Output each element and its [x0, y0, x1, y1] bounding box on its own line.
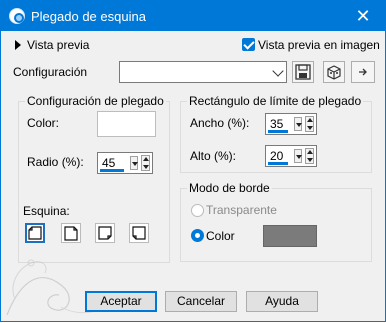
width-spinner[interactable]: 35 — [265, 113, 317, 135]
edge-color-label: Color — [206, 229, 235, 243]
app-icon — [9, 8, 25, 24]
transparent-label: Transparente — [206, 203, 277, 217]
edge-color-swatch[interactable] — [263, 225, 317, 247]
width-label: Ancho (%): — [190, 116, 250, 130]
height-label: Alto (%): — [190, 149, 237, 163]
ok-button[interactable]: Aceptar — [85, 291, 157, 312]
height-dropdown-icon[interactable] — [294, 149, 302, 163]
help-button[interactable]: Ayuda — [246, 291, 318, 312]
corner-bottom-left-button[interactable] — [129, 223, 149, 243]
expand-arrow-icon — [15, 40, 21, 50]
width-value: 35 — [270, 117, 284, 131]
save-preset-button[interactable] — [292, 61, 314, 83]
width-underline — [268, 130, 288, 133]
bounds-title: Rectángulo de límite de plegado — [187, 94, 364, 108]
chevron-down-icon — [272, 65, 284, 77]
radius-dropdown-icon[interactable] — [130, 156, 138, 170]
cancel-button[interactable]: Cancelar — [165, 291, 237, 312]
height-spinner[interactable]: 20 — [265, 145, 317, 167]
fold-config-title: Configuración de plegado — [25, 94, 166, 108]
config-label: Configuración — [13, 65, 88, 79]
dialog-window: Plegado de esquina ✕ Vista previa Vista … — [0, 0, 386, 322]
menu-button[interactable] — [351, 61, 375, 83]
radius-value: 45 — [102, 156, 116, 170]
color-radio[interactable] — [191, 229, 204, 242]
menu-arrow-icon — [359, 68, 367, 76]
close-icon[interactable]: ✕ — [341, 1, 385, 31]
preview-toggle-label: Vista previa — [27, 38, 90, 52]
edge-mode-title: Modo de borde — [187, 181, 272, 195]
preview-in-image-label: Vista previa en imagen — [258, 38, 380, 52]
save-icon — [295, 64, 311, 80]
reset-icon — [327, 65, 341, 80]
transparent-radio[interactable] — [191, 204, 204, 217]
corner-label: Esquina: — [23, 204, 70, 218]
color-label: Color: — [27, 116, 60, 130]
width-updown-icon[interactable] — [305, 116, 314, 132]
preview-in-image-checkbox[interactable] — [242, 38, 255, 51]
window-title: Plegado de esquina — [31, 9, 146, 24]
radius-spinner[interactable]: 45 — [97, 152, 153, 174]
height-updown-icon[interactable] — [305, 148, 314, 164]
height-value: 20 — [270, 149, 284, 163]
fold-color-swatch[interactable] — [97, 111, 156, 137]
radius-updown-icon[interactable] — [141, 155, 150, 171]
corner-bottom-left-icon — [132, 226, 146, 240]
title-bar: Plegado de esquina ✕ — [1, 1, 385, 31]
radius-underline — [100, 169, 124, 172]
reset-preset-button[interactable] — [323, 61, 345, 83]
width-dropdown-icon[interactable] — [294, 117, 302, 131]
config-select[interactable] — [119, 61, 287, 83]
height-underline — [268, 162, 288, 165]
radius-label: Radio (%): — [27, 155, 84, 169]
